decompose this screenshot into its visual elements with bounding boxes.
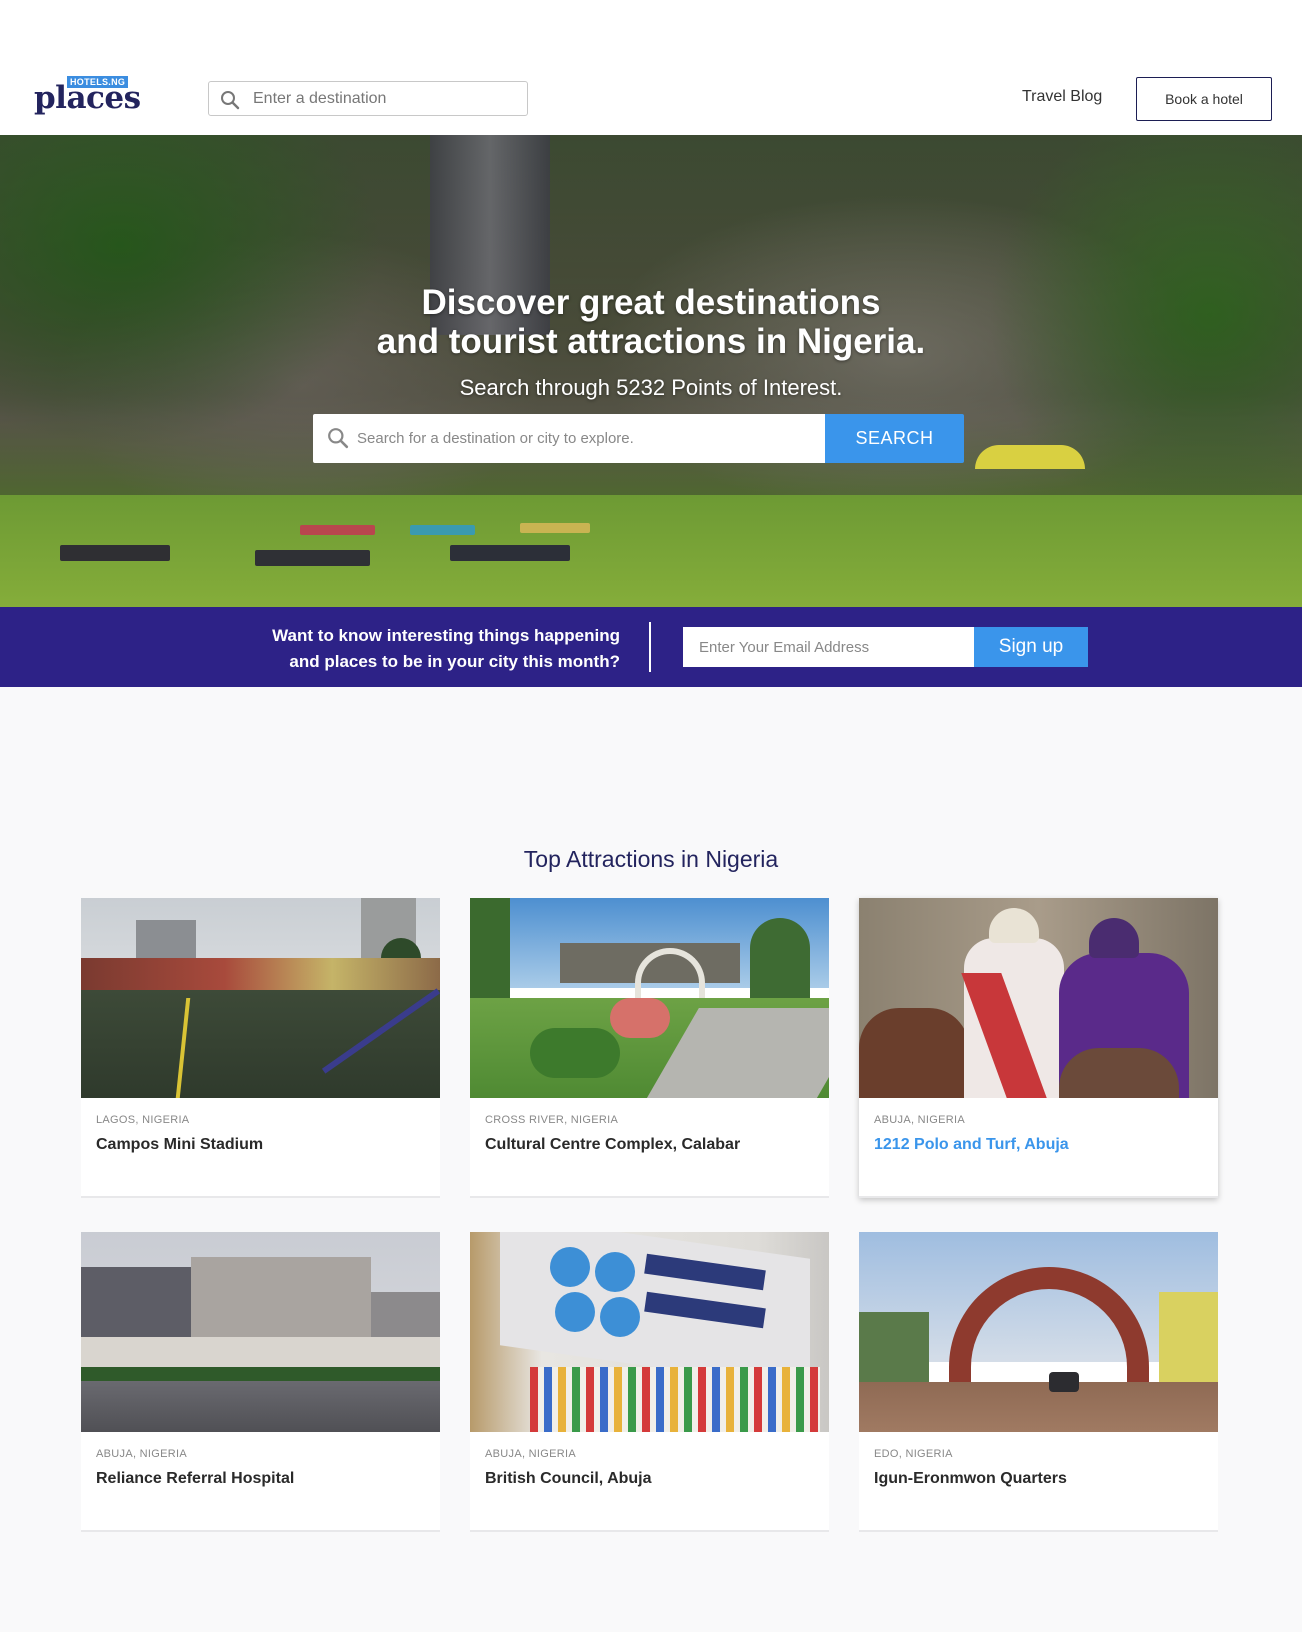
attraction-card[interactable]: LAGOS, NIGERIA Campos Mini Stadium <box>81 898 440 1198</box>
attraction-location: ABUJA, NIGERIA <box>485 1448 576 1460</box>
destination-search-input[interactable] <box>253 82 521 115</box>
attraction-location: CROSS RIVER, NIGERIA <box>485 1114 619 1126</box>
attraction-photo <box>470 1232 829 1432</box>
attraction-name-link[interactable]: Campos Mini Stadium <box>96 1136 426 1154</box>
hero-search-input[interactable] <box>357 414 817 463</box>
hero-bench <box>410 525 475 535</box>
hero-bench <box>255 550 370 566</box>
attraction-photo <box>859 1232 1218 1432</box>
hero-title: Discover great destinations and tourist … <box>0 283 1302 361</box>
attraction-card[interactable]: ABUJA, NIGERIA British Council, Abuja <box>470 1232 829 1532</box>
hero-search-button[interactable]: SEARCH <box>825 414 964 463</box>
hero-search-field <box>313 414 825 463</box>
book-hotel-button[interactable]: Book a hotel <box>1136 77 1272 121</box>
newsletter-divider <box>649 622 651 672</box>
hero-bench <box>520 523 590 533</box>
attraction-name-link[interactable]: 1212 Polo and Turf, Abuja <box>874 1136 1204 1154</box>
attraction-location: EDO, NIGERIA <box>874 1448 953 1460</box>
attraction-card[interactable]: ABUJA, NIGERIA 1212 Polo and Turf, Abuja <box>859 898 1218 1198</box>
search-icon <box>327 427 349 454</box>
hero-umbrella <box>975 445 1085 469</box>
hero-bench <box>450 545 570 561</box>
attraction-name-link[interactable]: Reliance Referral Hospital <box>96 1470 426 1488</box>
newsletter-prompt-line-2: and places to be in your city this month… <box>289 652 620 671</box>
hero-search-bar: SEARCH <box>313 414 964 463</box>
newsletter-prompt: Want to know interesting things happenin… <box>240 623 620 675</box>
attraction-photo <box>859 898 1218 1098</box>
newsletter-prompt-line-1: Want to know interesting things happenin… <box>272 626 620 645</box>
attraction-card[interactable]: ABUJA, NIGERIA Reliance Referral Hospita… <box>81 1232 440 1532</box>
attraction-card[interactable]: CROSS RIVER, NIGERIA Cultural Centre Com… <box>470 898 829 1198</box>
attraction-name-link[interactable]: Igun-Eronmwon Quarters <box>874 1470 1204 1488</box>
hero-background-grass <box>0 495 1302 607</box>
hero-bench <box>60 545 170 561</box>
attraction-photo <box>81 1232 440 1432</box>
attraction-location: ABUJA, NIGERIA <box>874 1114 965 1126</box>
places-logo[interactable]: HOTELS.NG places <box>34 76 141 118</box>
attraction-name-link[interactable]: Cultural Centre Complex, Calabar <box>485 1136 815 1154</box>
header-search <box>208 81 528 116</box>
newsletter-band: Want to know interesting things happenin… <box>0 607 1302 687</box>
newsletter-signup-button[interactable]: Sign up <box>974 627 1088 667</box>
attraction-photo <box>470 898 829 1098</box>
site-header: HOTELS.NG places Travel Blog Book a hote… <box>0 0 1302 135</box>
hero-banner: Discover great destinations and tourist … <box>0 135 1302 607</box>
attraction-location: LAGOS, NIGERIA <box>96 1114 190 1126</box>
attraction-location: ABUJA, NIGERIA <box>96 1448 187 1460</box>
attraction-card[interactable]: EDO, NIGERIA Igun-Eronmwon Quarters <box>859 1232 1218 1532</box>
attraction-photo <box>81 898 440 1098</box>
hero-title-line-2: and tourist attractions in Nigeria. <box>376 322 926 361</box>
hero-title-line-1: Discover great destinations <box>421 283 881 322</box>
attraction-name-link[interactable]: British Council, Abuja <box>485 1470 815 1488</box>
travel-blog-link[interactable]: Travel Blog <box>1022 88 1102 106</box>
hero-subtitle: Search through 5232 Points of Interest. <box>459 375 843 400</box>
newsletter-email-input[interactable] <box>683 627 974 667</box>
attractions-title: Top Attractions in Nigeria <box>523 846 779 872</box>
logo-wordmark: places <box>34 80 141 116</box>
search-icon <box>220 90 240 115</box>
hero-bench <box>300 525 375 535</box>
